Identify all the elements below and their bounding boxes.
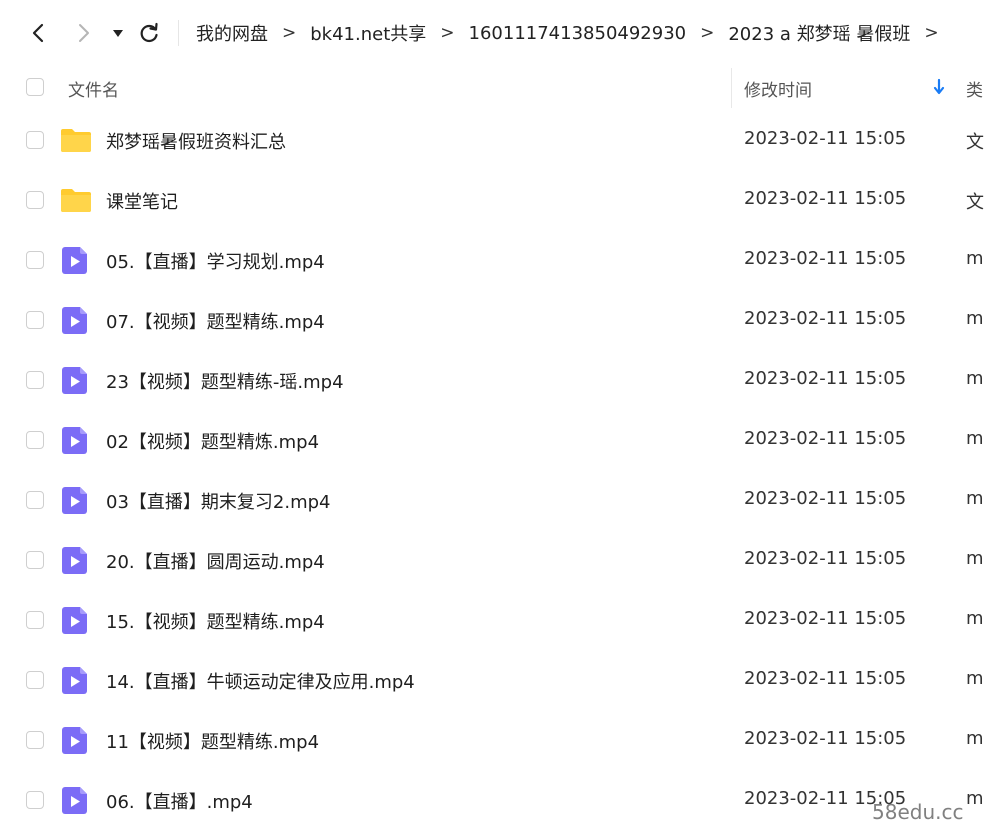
file-type: m xyxy=(966,608,984,629)
video-file-icon xyxy=(60,484,92,516)
breadcrumb-separator: > xyxy=(282,23,297,43)
row-checkbox[interactable] xyxy=(26,791,44,809)
modified-time: 2023-02-11 15:05 xyxy=(744,248,907,269)
file-row[interactable]: 07.【视频】题型精练.mp4 2023-02-11 15:05 m xyxy=(0,290,984,350)
modified-time: 2023-02-11 15:05 xyxy=(744,548,907,569)
breadcrumb-separator: > xyxy=(924,23,939,43)
video-file-icon xyxy=(60,664,92,696)
file-name[interactable]: 05.【直播】学习规划.mp4 xyxy=(106,248,325,274)
file-row[interactable]: 15.【视频】题型精练.mp4 2023-02-11 15:05 m xyxy=(0,590,984,650)
file-row[interactable]: 23【视频】题型精练-瑶.mp4 2023-02-11 15:05 m xyxy=(0,350,984,410)
file-type: 文 xyxy=(966,192,984,213)
modified-time: 2023-02-11 15:05 xyxy=(744,728,907,749)
breadcrumb-item[interactable]: bk41.net共享 xyxy=(310,20,426,46)
file-name[interactable]: 郑梦瑶暑假班资料汇总 xyxy=(106,128,286,154)
file-row[interactable]: 郑梦瑶暑假班资料汇总 2023-02-11 15:05 文 xyxy=(0,110,984,170)
file-name[interactable]: 02【视频】题型精炼.mp4 xyxy=(106,428,319,454)
file-type: m xyxy=(966,308,984,329)
breadcrumb-separator: > xyxy=(700,23,715,43)
watermark-text: 58edu.cc xyxy=(872,800,964,824)
video-file-icon xyxy=(60,304,92,336)
folder-icon xyxy=(60,124,92,156)
navigation-bar: 我的网盘 > bk41.net共享 > 1601117413850492930 … xyxy=(0,0,984,66)
file-name[interactable]: 14.【直播】牛顿运动定律及应用.mp4 xyxy=(106,668,415,694)
video-file-icon xyxy=(60,544,92,576)
file-name[interactable]: 11【视频】题型精练.mp4 xyxy=(106,728,319,754)
file-name[interactable]: 07.【视频】题型精练.mp4 xyxy=(106,308,325,334)
breadcrumb-item[interactable]: 我的网盘 xyxy=(196,20,268,46)
row-checkbox[interactable] xyxy=(26,551,44,569)
refresh-icon xyxy=(140,22,158,43)
file-row[interactable]: 02【视频】题型精炼.mp4 2023-02-11 15:05 m xyxy=(0,410,984,470)
column-divider[interactable] xyxy=(731,68,732,108)
file-row[interactable]: 03【直播】期末复习2.mp4 2023-02-11 15:05 m xyxy=(0,470,984,530)
file-type: m xyxy=(966,248,984,269)
file-name[interactable]: 03【直播】期末复习2.mp4 xyxy=(106,488,331,514)
file-list-header: 文件名 修改时间 类 xyxy=(0,66,984,108)
breadcrumb-separator: > xyxy=(440,23,455,43)
file-row[interactable]: 课堂笔记 2023-02-11 15:05 文 xyxy=(0,170,984,230)
file-type: m xyxy=(966,488,984,509)
column-header-modified-time[interactable]: 修改时间 xyxy=(744,76,812,101)
breadcrumb-item[interactable]: 2023 a 郑梦瑶 暑假班 xyxy=(728,20,910,46)
file-name[interactable]: 23【视频】题型精练-瑶.mp4 xyxy=(106,368,344,394)
breadcrumb: 我的网盘 > bk41.net共享 > 1601117413850492930 … xyxy=(196,18,953,48)
caret-down-icon xyxy=(113,29,123,37)
sort-arrow-down-icon[interactable] xyxy=(932,78,946,100)
file-name[interactable]: 06.【直播】.mp4 xyxy=(106,788,253,814)
modified-time: 2023-02-11 15:05 xyxy=(744,188,907,209)
row-checkbox[interactable] xyxy=(26,311,44,329)
folder-icon xyxy=(60,184,92,216)
breadcrumb-item[interactable]: 1601117413850492930 xyxy=(469,23,687,44)
video-file-icon xyxy=(60,364,92,396)
select-all-checkbox[interactable] xyxy=(26,78,44,96)
row-checkbox[interactable] xyxy=(26,371,44,389)
file-row[interactable]: 11【视频】题型精练.mp4 2023-02-11 15:05 m xyxy=(0,710,984,770)
modified-time: 2023-02-11 15:05 xyxy=(744,608,907,629)
row-checkbox[interactable] xyxy=(26,191,44,209)
file-row[interactable]: 20.【直播】圆周运动.mp4 2023-02-11 15:05 m xyxy=(0,530,984,590)
video-file-icon xyxy=(60,604,92,636)
column-header-type[interactable]: 类 xyxy=(966,76,983,101)
row-checkbox[interactable] xyxy=(26,131,44,149)
modified-time: 2023-02-11 15:05 xyxy=(744,488,907,509)
video-file-icon xyxy=(60,244,92,276)
file-name[interactable]: 课堂笔记 xyxy=(106,188,178,214)
file-type: m xyxy=(966,428,984,449)
file-row[interactable]: 06.【直播】.mp4 2023-02-11 15:05 m xyxy=(0,770,984,830)
column-header-name[interactable]: 文件名 xyxy=(68,76,119,101)
video-file-icon xyxy=(60,724,92,756)
modified-time: 2023-02-11 15:05 xyxy=(744,308,907,329)
video-file-icon xyxy=(60,784,92,816)
video-file-icon xyxy=(60,424,92,456)
file-type: m xyxy=(966,788,984,809)
row-checkbox[interactable] xyxy=(26,611,44,629)
file-row[interactable]: 14.【直播】牛顿运动定律及应用.mp4 2023-02-11 15:05 m xyxy=(0,650,984,710)
row-checkbox[interactable] xyxy=(26,251,44,269)
row-checkbox[interactable] xyxy=(26,671,44,689)
file-name[interactable]: 15.【视频】题型精练.mp4 xyxy=(106,608,325,634)
file-type: m xyxy=(966,668,984,689)
modified-time: 2023-02-11 15:05 xyxy=(744,668,907,689)
row-checkbox[interactable] xyxy=(26,491,44,509)
chevron-left-icon xyxy=(32,23,44,43)
history-dropdown-button[interactable] xyxy=(110,24,126,42)
file-type: m xyxy=(966,728,984,749)
row-checkbox[interactable] xyxy=(26,431,44,449)
modified-time: 2023-02-11 15:05 xyxy=(744,128,907,149)
refresh-button[interactable] xyxy=(136,20,162,46)
modified-time: 2023-02-11 15:05 xyxy=(744,428,907,449)
file-name[interactable]: 20.【直播】圆周运动.mp4 xyxy=(106,548,325,574)
file-type: 文 xyxy=(966,132,984,153)
chevron-right-icon xyxy=(79,24,89,42)
forward-button[interactable] xyxy=(72,20,96,46)
nav-divider xyxy=(178,20,179,46)
file-type: m xyxy=(966,548,984,569)
modified-time: 2023-02-11 15:05 xyxy=(744,368,907,389)
file-row[interactable]: 05.【直播】学习规划.mp4 2023-02-11 15:05 m xyxy=(0,230,984,290)
back-button[interactable] xyxy=(26,20,50,46)
file-type: m xyxy=(966,368,984,389)
row-checkbox[interactable] xyxy=(26,731,44,749)
